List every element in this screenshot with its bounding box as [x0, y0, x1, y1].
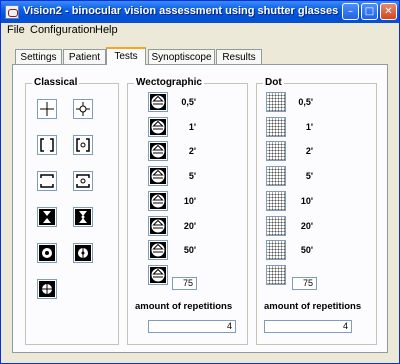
triangle-circle-icon	[150, 143, 166, 159]
wectographic-group: Wectographic 0,5' 1' 2' 5' 10' 20' 50' 75 amou…	[127, 77, 248, 345]
wectographic-target-button[interactable]	[148, 92, 168, 112]
wectographic-target-button[interactable]	[148, 166, 168, 186]
dot-disparity-label: 10'	[300, 196, 313, 206]
dot-disparity-label: 0,5'	[298, 97, 313, 107]
tab-patient[interactable]: Patient	[63, 49, 106, 64]
wectographic-disparity-label: 20'	[183, 221, 196, 231]
arrows-circle-icon	[75, 209, 91, 225]
frame-circle-icon	[76, 174, 90, 188]
wectographic-repetitions-field[interactable]: 4	[148, 320, 236, 333]
arrows-icon	[39, 209, 55, 225]
dot-disparity-label: 5'	[305, 171, 313, 181]
random-dot-target-button[interactable]	[266, 141, 286, 161]
bracket-circle-icon	[76, 138, 90, 152]
close-button[interactable]: ✕	[380, 3, 397, 20]
dot-disparity-label: 20'	[300, 221, 313, 231]
triangle-circle-icon	[150, 242, 166, 258]
wectographic-target-button[interactable]	[148, 240, 168, 260]
random-dot-target-button[interactable]	[266, 92, 286, 112]
classical-group: Classical	[25, 77, 119, 345]
triangle-circle-icon	[150, 168, 166, 184]
cross-circle-target-button[interactable]	[73, 99, 93, 119]
wectographic-disparity-label: 50'	[183, 245, 196, 255]
minimize-button[interactable]: –	[342, 3, 359, 20]
crosshair-circle-icon	[39, 281, 55, 297]
wectographic-target-button[interactable]	[148, 191, 168, 211]
bracket-target-button[interactable]	[37, 135, 57, 155]
window-title: Vision2 - binocular vision assessment us…	[23, 5, 339, 17]
dot-disparity-label: 1'	[305, 122, 313, 132]
wectographic-disparity-label: 1'	[188, 122, 196, 132]
tab-tests[interactable]: Tests	[106, 47, 146, 65]
maximize-button[interactable]: □	[361, 3, 378, 20]
random-dot-target-button[interactable]	[266, 117, 286, 137]
frame-circle-target-button[interactable]	[73, 171, 93, 191]
dot-circle-icon	[39, 245, 55, 261]
arrows-circle-target-button[interactable]	[73, 207, 93, 227]
ring-target-button[interactable]	[73, 243, 93, 263]
dot-group: Dot 0,5' 1' 2' 5' 10' 20' 50' 75 amount of rep…	[256, 77, 377, 345]
tab-settings[interactable]: Settings	[15, 49, 62, 64]
wectographic-repetitions-label: amount of repetitions	[135, 301, 233, 312]
wectographic-target-button[interactable]	[148, 265, 168, 285]
random-dot-target-button[interactable]	[266, 240, 286, 260]
dot-disparity-label: 50'	[300, 245, 313, 255]
wectographic-target-button[interactable]	[148, 141, 168, 161]
dot-circle-target-button[interactable]	[37, 243, 57, 263]
random-dot-target-button[interactable]	[266, 166, 286, 186]
bracket-icon	[40, 138, 54, 152]
tests-panel: Classical Wectographic 0,5' 1' 2' 5' 10'…	[12, 64, 388, 353]
wectographic-target-button[interactable]	[148, 117, 168, 137]
triangle-circle-icon	[150, 119, 166, 135]
crosshair-circle-target-button[interactable]	[37, 279, 57, 299]
tab-results[interactable]: Results	[216, 49, 262, 64]
wectographic-disparity-label: 2'	[188, 146, 196, 156]
wectographic-custom-field[interactable]: 75	[172, 277, 197, 290]
menu-help[interactable]: Help	[95, 24, 118, 36]
menu-file[interactable]: File	[7, 24, 25, 36]
menu-bar: File Configuration Help	[1, 23, 399, 39]
frame-target-button[interactable]	[37, 171, 57, 191]
cross-target-button[interactable]	[37, 99, 57, 119]
random-dot-target-button[interactable]	[266, 191, 286, 211]
dot-repetitions-label: amount of repetitions	[264, 301, 362, 312]
cross-icon	[40, 102, 54, 116]
dot-custom-field[interactable]: 75	[292, 277, 317, 290]
wectographic-disparity-label: 0,5'	[181, 97, 196, 107]
arrows-target-button[interactable]	[37, 207, 57, 227]
random-dot-target-button[interactable]	[266, 216, 286, 236]
triangle-circle-icon	[150, 94, 166, 110]
wectographic-target-button[interactable]	[148, 216, 168, 236]
dot-title: Dot	[263, 77, 284, 88]
triangle-circle-icon	[150, 218, 166, 234]
tab-synoptiscope[interactable]: Synoptiscope	[148, 49, 215, 64]
triangle-circle-icon	[150, 267, 166, 283]
classical-title: Classical	[32, 77, 80, 88]
cross-circle-icon	[76, 102, 90, 116]
app-window: Vision2 - binocular vision assessment us…	[0, 0, 400, 364]
triangle-circle-icon	[150, 193, 166, 209]
wectographic-disparity-label: 5'	[188, 171, 196, 181]
frame-icon	[40, 174, 54, 188]
title-bar[interactable]: Vision2 - binocular vision assessment us…	[1, 1, 399, 23]
dot-disparity-label: 2'	[305, 146, 313, 156]
app-icon	[5, 5, 19, 19]
random-dot-target-button[interactable]	[266, 265, 286, 285]
dot-repetitions-field[interactable]: 4	[264, 320, 352, 333]
ring-icon	[75, 245, 91, 261]
menu-configuration[interactable]: Configuration	[30, 24, 95, 36]
wectographic-disparity-label: 10'	[183, 196, 196, 206]
wectographic-title: Wectographic	[134, 77, 204, 88]
bracket-circle-target-button[interactable]	[73, 135, 93, 155]
